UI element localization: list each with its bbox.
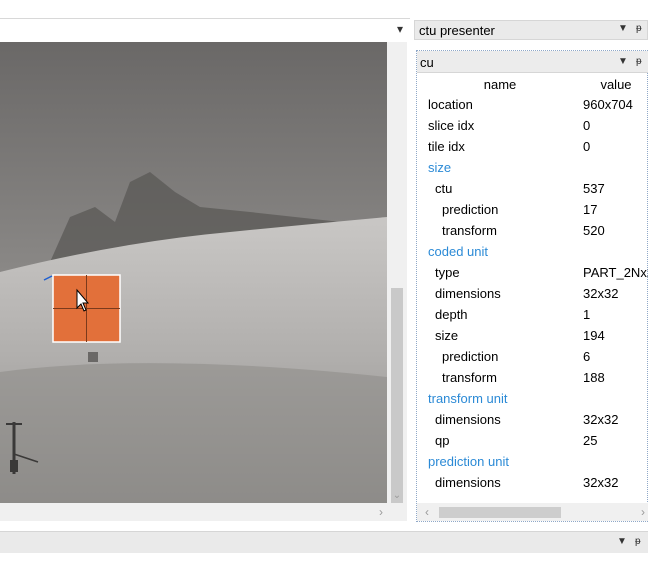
- property-name: coded unit: [428, 244, 488, 259]
- tree-row[interactable]: ctu 537: [417, 178, 648, 199]
- dock-menu-icon[interactable]: ▼: [618, 23, 628, 34]
- property-name: slice idx: [428, 118, 475, 133]
- property-value: 6: [583, 349, 591, 364]
- property-name: size: [435, 328, 459, 343]
- property-name: transform unit: [428, 391, 508, 406]
- video-frame-image: [0, 42, 387, 503]
- tree-row[interactable]: prediction 17: [417, 199, 648, 220]
- property-name: location: [428, 97, 473, 112]
- property-name: ctu: [435, 181, 453, 196]
- tree-row[interactable]: dimensions 32x32: [417, 283, 648, 304]
- property-value: 25: [583, 433, 598, 448]
- scroll-left-arrow-icon[interactable]: ‹: [425, 505, 429, 519]
- dock-pin-icon[interactable]: ᵽ: [636, 23, 642, 34]
- video-frame[interactable]: [0, 42, 387, 503]
- property-name: tile idx: [428, 139, 465, 154]
- bottom-dock-menu-icon[interactable]: ▼: [617, 536, 627, 547]
- scroll-right-arrow-icon[interactable]: ›: [641, 505, 645, 519]
- property-name: transform: [442, 223, 497, 238]
- property-tree: location 960x704 slice idx 0 tile idx 0 size ct…: [417, 94, 648, 504]
- tree-row[interactable]: depth 1: [417, 304, 648, 325]
- property-name: prediction: [442, 349, 499, 364]
- property-value: 32x32: [583, 412, 619, 427]
- property-name: prediction unit: [428, 454, 509, 469]
- bottom-dock-header[interactable]: ▼ ᵽ: [0, 531, 648, 553]
- property-horizontal-scroll-thumb[interactable]: [439, 507, 561, 518]
- scroll-down-arrow-icon[interactable]: ⌄: [387, 490, 407, 501]
- ctu-presenter-title: ctu presenter: [419, 23, 495, 38]
- tree-group-row[interactable]: size: [417, 157, 648, 178]
- video-vertical-scroll-thumb[interactable]: [391, 288, 403, 516]
- video-toolbar: [0, 18, 410, 42]
- tree-row[interactable]: slice idx 0: [417, 115, 648, 136]
- property-value: 960x704: [583, 97, 633, 112]
- cu-dock-menu-icon[interactable]: ▼: [618, 56, 628, 67]
- property-value: 1: [583, 307, 591, 322]
- property-name: transform: [442, 370, 497, 385]
- property-name: prediction: [442, 202, 499, 217]
- cu-dock-panel: cu ▼ ᵽ name value location 960x704 slice i…: [416, 50, 648, 522]
- cu-highlight-block[interactable]: [52, 274, 121, 343]
- property-value: 520: [583, 223, 605, 238]
- property-value: 32x32: [583, 286, 619, 301]
- property-value: 0: [583, 139, 591, 154]
- column-header-value[interactable]: value: [583, 77, 648, 92]
- property-value: PART_2Nx2N: [583, 265, 648, 280]
- property-name: qp: [435, 433, 450, 448]
- cu-dock-pin-icon[interactable]: ᵽ: [636, 56, 642, 67]
- property-value: 194: [583, 328, 605, 343]
- ctu-presenter-dock-header[interactable]: ctu presenter ▼ ᵽ: [414, 20, 648, 40]
- property-name: type: [435, 265, 460, 280]
- tree-row[interactable]: size 194: [417, 325, 648, 346]
- filter-icon[interactable]: ▾: [393, 21, 407, 37]
- tree-row[interactable]: prediction 6: [417, 346, 648, 367]
- tree-row[interactable]: transform 188: [417, 367, 648, 388]
- property-value: 537: [583, 181, 605, 196]
- property-value: 17: [583, 202, 598, 217]
- scroll-right-arrow-icon[interactable]: ›: [379, 505, 383, 519]
- column-header-name[interactable]: name: [417, 77, 583, 92]
- property-value: 0: [583, 118, 591, 133]
- property-horizontal-scrollbar[interactable]: ‹ ›: [417, 503, 648, 521]
- property-name: dimensions: [435, 475, 501, 490]
- property-name: dimensions: [435, 286, 501, 301]
- top-strip: [0, 0, 648, 18]
- terrain-rock: [88, 352, 98, 362]
- cu-dock-header[interactable]: cu ▼ ᵽ: [417, 51, 648, 73]
- video-vertical-scrollbar[interactable]: ⌄: [387, 42, 407, 516]
- tree-row[interactable]: transform 520: [417, 220, 648, 241]
- property-value: 32x32: [583, 475, 619, 490]
- video-horizontal-scrollbar[interactable]: ›: [0, 503, 387, 521]
- tree-group-row[interactable]: coded unit: [417, 241, 648, 262]
- cu-dock-title: cu: [420, 55, 434, 70]
- property-value: 188: [583, 370, 605, 385]
- tree-row[interactable]: dimensions 32x32: [417, 409, 648, 430]
- scrollbar-corner: [387, 503, 407, 521]
- property-table-header: name value: [417, 74, 648, 94]
- tree-group-row[interactable]: prediction unit: [417, 451, 648, 472]
- property-name: depth: [435, 307, 468, 322]
- tree-row[interactable]: qp 25: [417, 430, 648, 451]
- tree-group-row[interactable]: transform unit: [417, 388, 648, 409]
- property-name: dimensions: [435, 412, 501, 427]
- tree-row[interactable]: tile idx 0: [417, 136, 648, 157]
- tree-row[interactable]: dimensions 32x32: [417, 472, 648, 493]
- bottom-dock-pin-icon[interactable]: ᵽ: [635, 536, 641, 547]
- tree-row[interactable]: type PART_2Nx2N: [417, 262, 648, 283]
- property-name: size: [428, 160, 452, 175]
- tree-row[interactable]: location 960x704: [417, 94, 648, 115]
